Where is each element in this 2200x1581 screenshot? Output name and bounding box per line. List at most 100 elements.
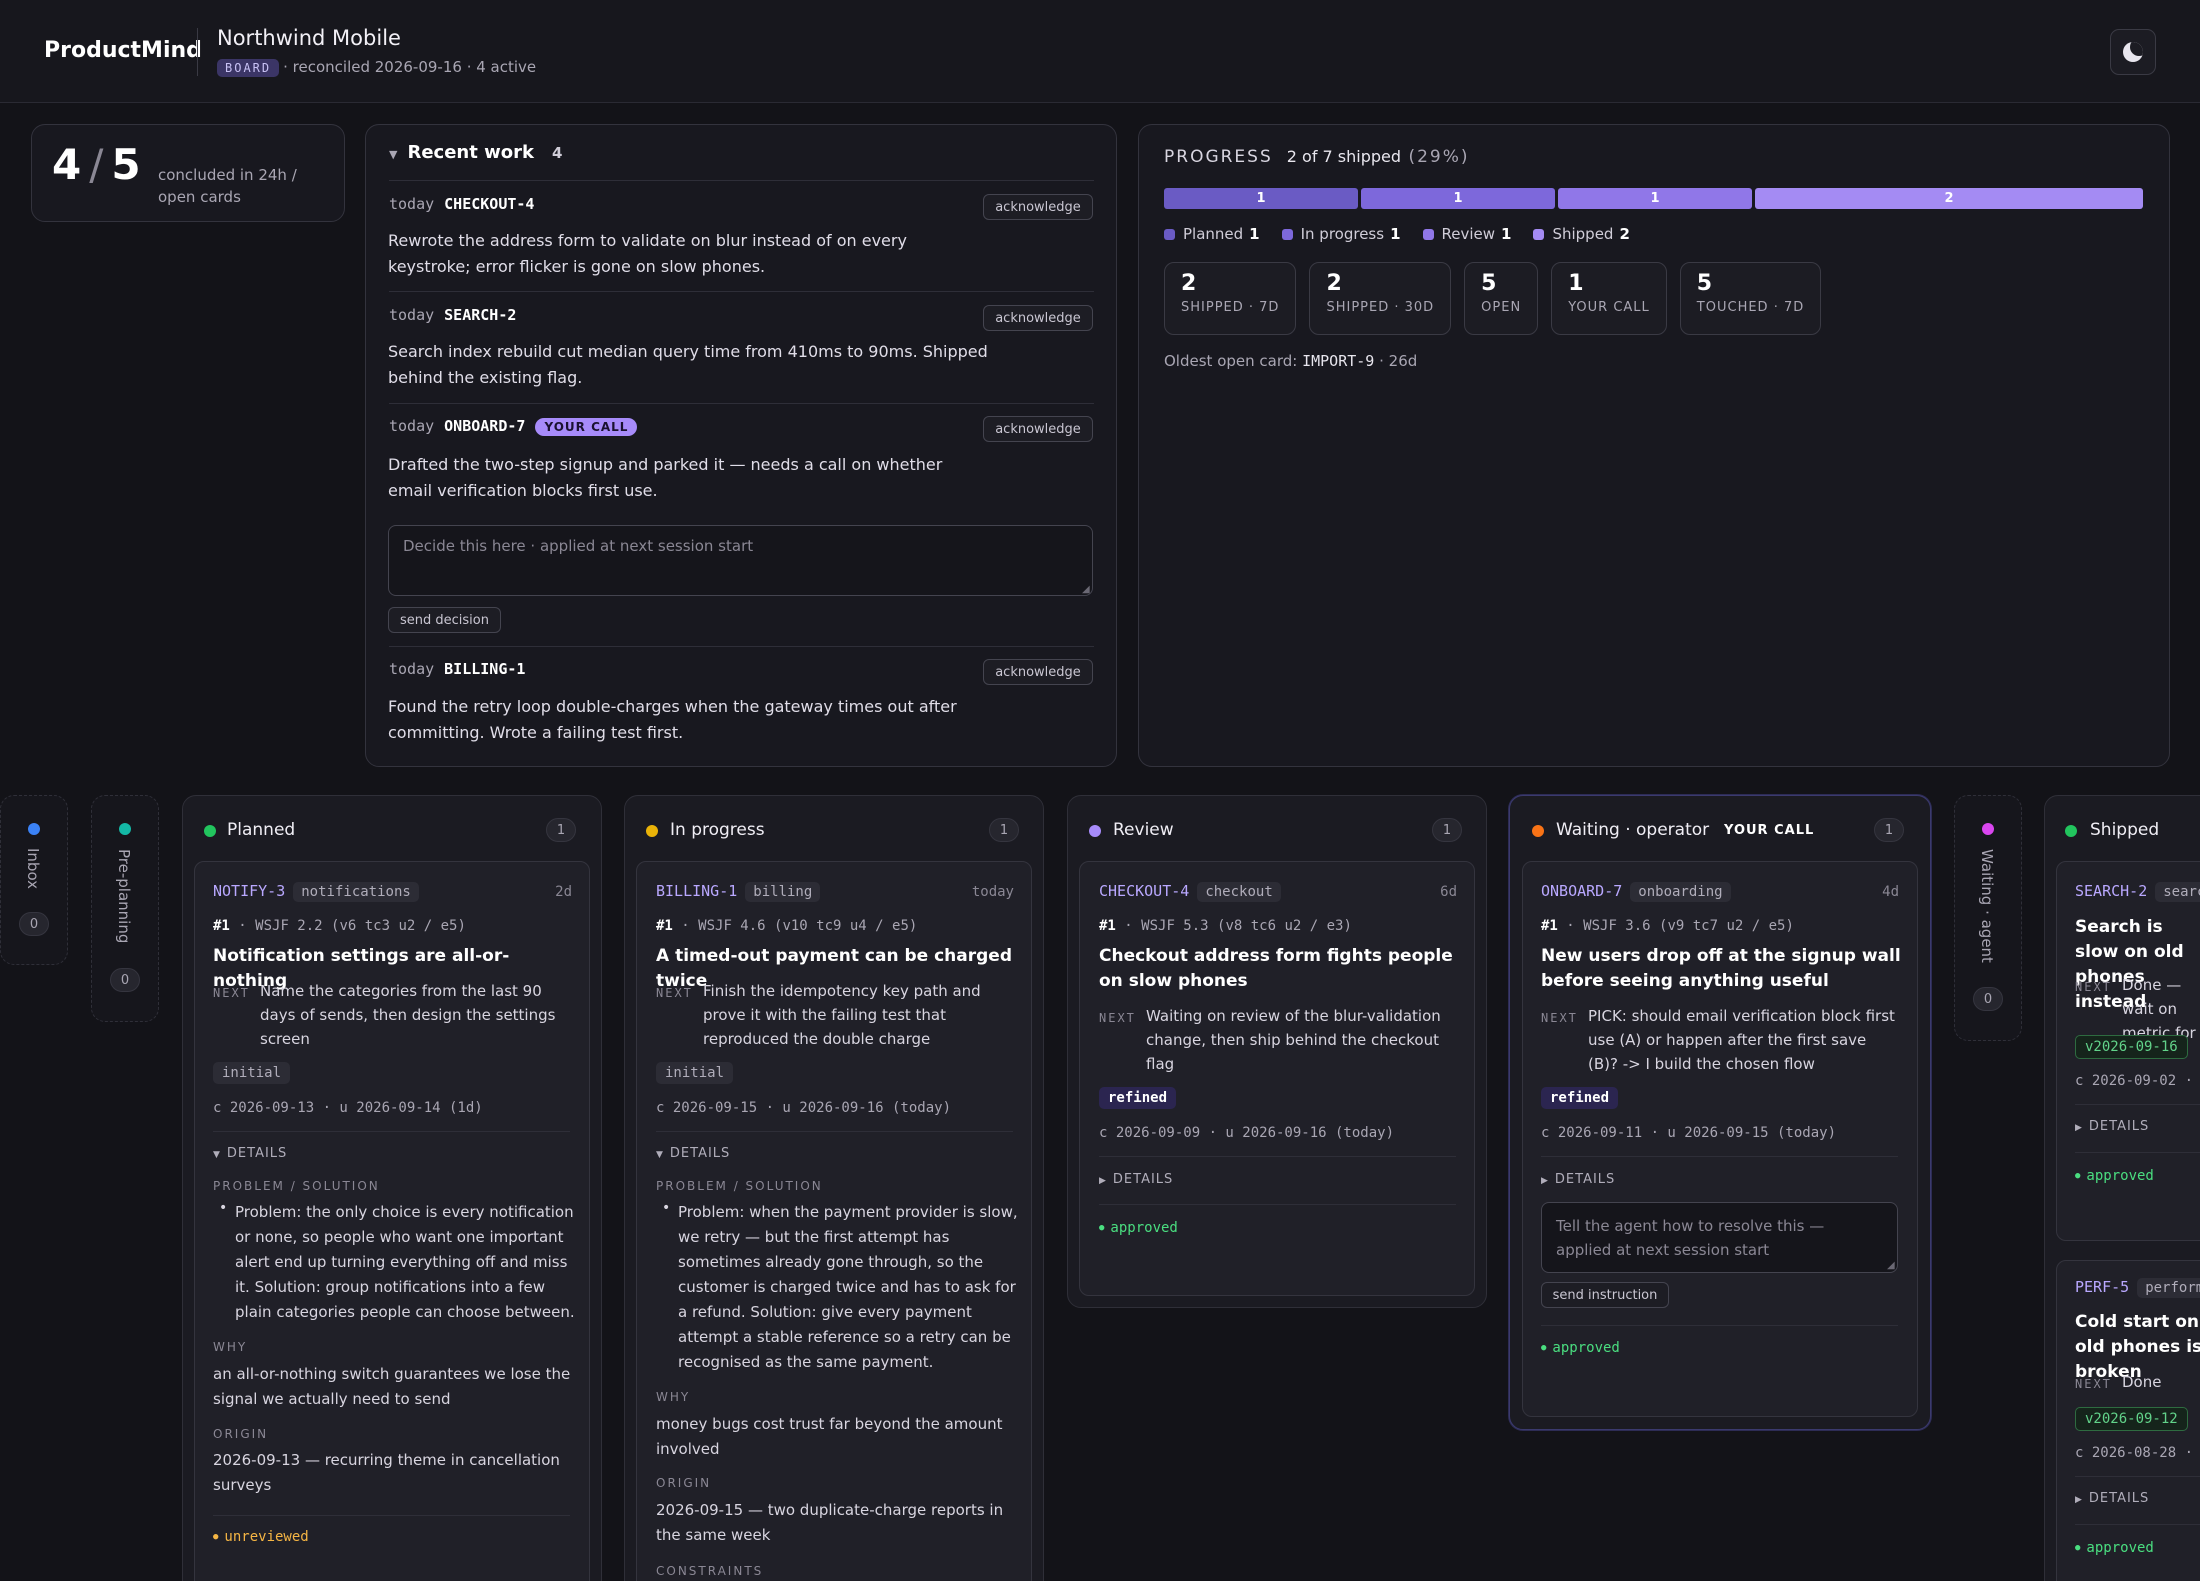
details-toggle[interactable]: ▶ DETAILS xyxy=(1099,1172,1173,1187)
recent-item-title: today SEARCH-2 xyxy=(389,306,516,324)
card-title: Checkout address form fights people on s… xyxy=(1099,946,1453,991)
recent-item-day: today xyxy=(389,660,435,678)
send-decision-button[interactable]: send decision xyxy=(388,607,501,633)
instruction-textarea[interactable]: Tell the agent how to resolve this — app… xyxy=(1541,1202,1898,1273)
kpi-label: OPEN xyxy=(1481,300,1522,315)
brand-logo[interactable]: ProductMind xyxy=(44,38,202,63)
oldest-label: Oldest open card: xyxy=(1164,352,1298,370)
acknowledge-button[interactable]: acknowledge xyxy=(983,194,1093,220)
details-toggle[interactable]: ▼ DETAILS xyxy=(656,1146,730,1161)
card-key: CHECKOUT-4 checkout xyxy=(1099,882,1281,902)
kpi-label: TOUCHED · 7D xyxy=(1696,300,1805,315)
divider xyxy=(2075,1524,2200,1525)
recent-work-toggle[interactable]: ▼ Recent work 4 xyxy=(389,142,562,163)
legend-name: Shipped xyxy=(1552,225,1614,243)
card-status: approved xyxy=(2075,1540,2153,1556)
divider xyxy=(213,1131,570,1132)
your-call-badge: YOUR CALL xyxy=(535,418,638,436)
progress-segment: 1 xyxy=(1361,188,1555,209)
inbox-dot-icon xyxy=(28,823,40,835)
acknowledge-button[interactable]: acknowledge xyxy=(983,659,1093,685)
progress-legend: Planned 1 In progress 1 Review 1 Shipped 2 xyxy=(1164,225,1630,243)
divider xyxy=(389,291,1094,292)
legend-item: Review 1 xyxy=(1422,225,1511,243)
card-dates: c 2026-09-02 · u xyxy=(2075,1073,2200,1089)
card-next: Done xyxy=(2122,1373,2162,1391)
lane-inbox-label: Inbox xyxy=(24,848,42,890)
details-label: DETAILS xyxy=(226,1146,288,1161)
acknowledge-button[interactable]: acknowledge xyxy=(983,416,1093,442)
card-key: BILLING-1 billing xyxy=(656,882,821,902)
card-wsjf-text: · WSJF 2.2 (v6 tc3 u2 / e5) xyxy=(238,918,466,934)
resize-handle-icon[interactable]: ◢ xyxy=(1887,1260,1895,1271)
problem-text: Problem: when the payment provider is sl… xyxy=(678,1203,1018,1371)
origin-label: ORIGIN xyxy=(656,1476,712,1490)
details-label: DETAILS xyxy=(1554,1172,1616,1187)
pre-planning-dot-icon xyxy=(119,823,131,835)
details-toggle[interactable]: ▶ DETAILS xyxy=(2075,1119,2149,1134)
recent-item-title: today CHECKOUT-4 xyxy=(389,195,534,213)
next-label: NEXT xyxy=(656,986,693,1000)
oldest-key[interactable]: IMPORT-9 xyxy=(1302,352,1374,370)
column-title: Review xyxy=(1113,820,1174,840)
card-state-badge: refined xyxy=(1099,1087,1177,1109)
oldest-age: · 26d xyxy=(1379,352,1418,370)
card-age: 6d xyxy=(1440,884,1457,900)
details-toggle[interactable]: ▶ DETAILS xyxy=(1541,1172,1615,1187)
legend-count: 1 xyxy=(1390,225,1401,243)
progress-header: PROGRESS 2 of 7 shipped (29%) xyxy=(1164,147,1470,167)
recent-item-body: Rewrote the address form to validate on … xyxy=(388,231,907,276)
lane-inbox-count: 0 xyxy=(19,912,49,936)
divider xyxy=(389,646,1094,647)
review-dot-icon xyxy=(1089,825,1101,837)
card-dates: c 2026-09-13 · u 2026-09-14 (1d) xyxy=(213,1100,483,1116)
origin-text: 2026-09-13 — recurring theme in cancella… xyxy=(213,1451,560,1494)
card-key-text: PERF-5 xyxy=(2075,1278,2130,1296)
details-toggle[interactable]: ▼ DETAILS xyxy=(213,1146,287,1161)
card-dates: c 2026-08-28 · u xyxy=(2075,1445,2200,1461)
card-key: NOTIFY-3 notifications xyxy=(213,882,419,902)
recent-item-body: Drafted the two-step signup and parked i… xyxy=(388,455,943,500)
oldest-open-card: Oldest open card: IMPORT-9 · 26d xyxy=(1164,352,1417,370)
caret-right-icon: ▶ xyxy=(2075,1123,2083,1133)
card-tag: onboarding xyxy=(1630,882,1731,902)
legend-name: In progress xyxy=(1300,225,1385,243)
card-dates: c 2026-09-11 · u 2026-09-15 (today) xyxy=(1541,1125,1837,1141)
divider xyxy=(1541,1156,1898,1157)
legend-name: Review xyxy=(1441,225,1496,243)
header-divider xyxy=(197,28,198,76)
recent-item-body: Search index rebuild cut median query ti… xyxy=(388,342,988,387)
card-dates: c 2026-09-09 · u 2026-09-16 (today) xyxy=(1099,1125,1395,1141)
kpi-label: YOUR CALL xyxy=(1568,300,1650,315)
recent-item-key[interactable]: SEARCH-2 xyxy=(444,306,516,324)
legend-item: In progress 1 xyxy=(1281,225,1401,243)
column-count: 1 xyxy=(1432,818,1462,842)
legend-item: Shipped 2 xyxy=(1533,225,1630,243)
recent-item-key[interactable]: CHECKOUT-4 xyxy=(444,195,534,213)
column-title: Shipped xyxy=(2090,820,2160,840)
card-title: New users drop off at the signup wall be… xyxy=(1541,946,1901,991)
progress-percent: (29%) xyxy=(1408,147,1470,167)
kpi-label: SHIPPED · 7D xyxy=(1181,300,1280,315)
concluded-count: 4 xyxy=(52,140,82,189)
decision-textarea[interactable]: Decide this here · applied at next sessi… xyxy=(388,525,1093,596)
card-tag: performance xyxy=(2137,1278,2200,1298)
divider xyxy=(1099,1204,1456,1205)
lane-pre-planning-label: Pre-planning xyxy=(115,849,133,944)
theme-toggle-button[interactable] xyxy=(2110,29,2156,75)
card-next: Finish the idempotency key path and prov… xyxy=(703,982,981,1048)
divider xyxy=(1541,1325,1898,1326)
recent-item-key[interactable]: BILLING-1 xyxy=(444,660,525,678)
details-toggle[interactable]: ▶ DETAILS xyxy=(2075,1491,2149,1506)
recent-item-key[interactable]: ONBOARD-7 xyxy=(444,417,525,435)
next-label: NEXT xyxy=(1099,1011,1136,1025)
in-progress-dot-icon xyxy=(646,825,658,837)
card-status: approved xyxy=(2075,1168,2153,1184)
board-badge: BOARD xyxy=(217,59,280,77)
recent-item-body: Found the retry loop double-charges when… xyxy=(388,697,957,742)
send-instruction-button[interactable]: send instruction xyxy=(1541,1282,1669,1308)
divider xyxy=(1099,1156,1456,1157)
resize-handle-icon[interactable]: ◢ xyxy=(1082,584,1090,595)
acknowledge-button[interactable]: acknowledge xyxy=(983,305,1093,331)
why-text: money bugs cost trust far beyond the amo… xyxy=(656,1415,1003,1458)
